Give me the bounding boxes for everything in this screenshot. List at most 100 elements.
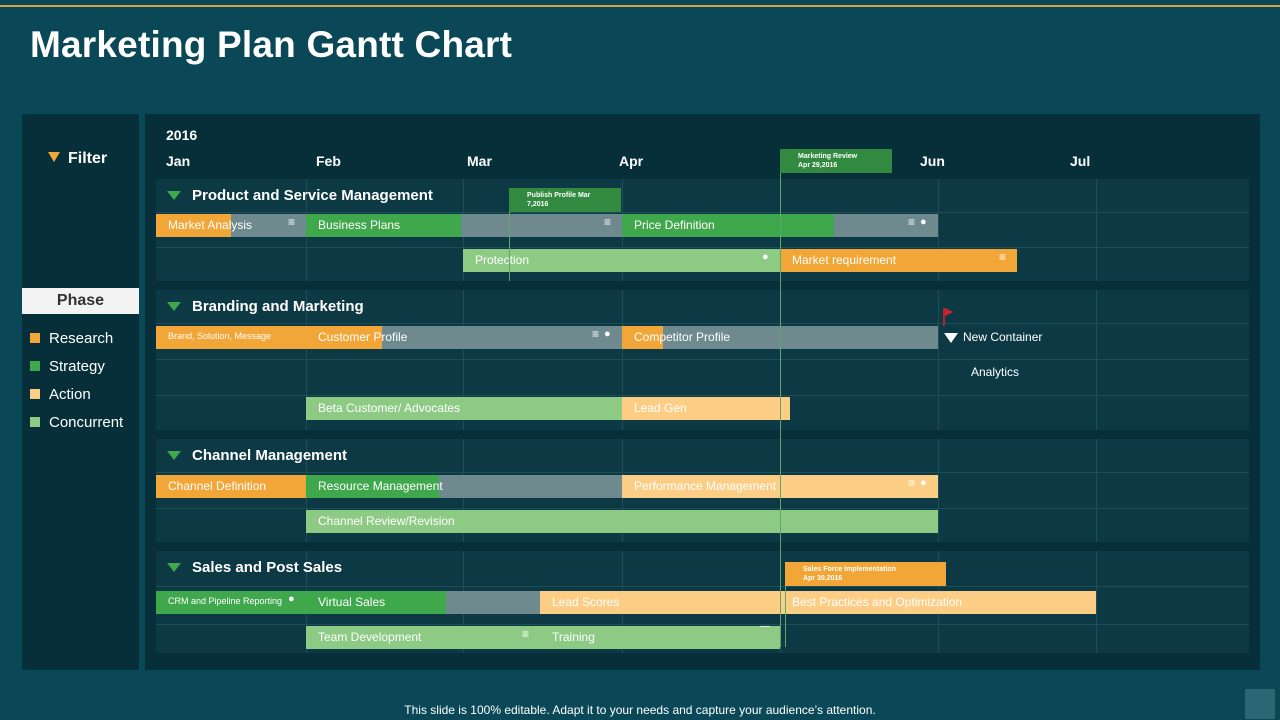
task-bar[interactable]: Channel Definition — [156, 475, 306, 498]
milestone-title: Sales Force Implementation — [803, 566, 896, 573]
collapse-triangle-icon — [167, 301, 181, 311]
task-bar[interactable]: Channel Review/Revision — [306, 510, 938, 533]
month-label-feb: Feb — [316, 153, 341, 169]
task-bar[interactable]: Beta Customer/ Advocates — [306, 397, 622, 420]
legend-item-research[interactable]: Research — [30, 330, 113, 347]
task-bar[interactable]: Protection ● — [463, 249, 780, 272]
grid-row-line — [156, 323, 1249, 324]
task-label: Beta Customer/ Advocates — [318, 401, 461, 415]
task-label: Virtual Sales — [318, 595, 386, 609]
filter-icon — [48, 151, 60, 162]
section-header[interactable]: Product and Service Management — [167, 187, 433, 204]
legend-swatch — [30, 333, 40, 344]
list-icon[interactable]: ≡ — [592, 328, 599, 340]
collapse-triangle-icon — [167, 562, 181, 572]
list-icon[interactable]: ≡ — [522, 628, 529, 640]
month-label-jan: Jan — [166, 153, 191, 169]
legend-item-action[interactable]: Action — [30, 386, 91, 403]
milestone-date: Apr 30,2016 — [803, 575, 843, 582]
task-label: Competitor Profile — [634, 330, 731, 344]
section-title: Branding and Marketing — [192, 298, 364, 315]
dropdown-triangle-icon[interactable] — [944, 333, 958, 343]
grid-month-line — [1096, 551, 1097, 653]
task-bar[interactable]: Market Analysis ≡ — [156, 214, 306, 237]
section-header[interactable]: Sales and Post Sales — [167, 559, 342, 576]
task-bar[interactable]: Market requirement ≡ — [780, 249, 1017, 272]
comment-icon[interactable]: ● — [604, 329, 611, 340]
legend-label: Action — [49, 386, 91, 403]
section-header[interactable]: Branding and Marketing — [167, 298, 364, 315]
month-label-apr: Apr — [619, 153, 644, 169]
task-bar[interactable]: Team Development ≡ — [306, 626, 540, 649]
month-label-jul: Jul — [1070, 153, 1091, 169]
filter-button[interactable]: Filter — [48, 150, 107, 168]
task-bar[interactable]: Customer Profile ● ≡ — [306, 326, 622, 349]
comment-icon[interactable]: ● — [920, 478, 927, 489]
task-label: New Container — [963, 330, 1043, 344]
task-label: Brand, Solution, Message — [168, 331, 272, 341]
comment-icon[interactable]: ● — [762, 252, 769, 263]
page-title: Marketing Plan Gantt Chart — [30, 24, 513, 65]
section-title: Channel Management — [192, 447, 348, 464]
list-icon[interactable]: ≡ — [908, 216, 915, 228]
task-label: Analytics — [971, 365, 1020, 379]
task-bar[interactable]: Business Plans ≡ — [306, 214, 622, 237]
task-label: Training — [552, 630, 595, 644]
grid-month-line — [938, 439, 939, 542]
milestone-label[interactable]: Sales Force Implementation Apr 30,2016 — [785, 562, 946, 586]
task-bar[interactable]: Training — — [540, 622, 780, 649]
year-label: 2016 — [166, 127, 198, 143]
task-label: Lead Scores — [552, 595, 620, 609]
top-accent-line — [0, 5, 1280, 7]
list-icon[interactable]: ≡ — [999, 251, 1006, 263]
task-bar[interactable]: CRM and Pipeline Reporting ● — [156, 591, 306, 614]
milestone-line — [509, 212, 510, 281]
grid-row-line — [156, 508, 1249, 509]
list-icon[interactable]: ≡ — [908, 477, 915, 489]
legend-label: Research — [49, 330, 114, 347]
legend-swatch — [30, 361, 40, 372]
task-bar[interactable]: Virtual Sales — [306, 591, 540, 614]
task-bar[interactable]: Lead Gen — [622, 397, 790, 420]
task-bar[interactable]: Best Practices and Optimization — [780, 591, 1096, 614]
month-label-jun: Jun — [920, 153, 945, 169]
task-bar[interactable]: Lead Scores — [540, 591, 780, 614]
grid-row-line — [156, 472, 1249, 473]
grid-month-line — [1096, 290, 1097, 430]
grid-row-line — [156, 212, 1249, 213]
minus-icon[interactable]: — — [760, 622, 770, 632]
task-bar[interactable]: Brand, Solution, Message — [156, 326, 306, 349]
grid-row-line — [156, 586, 1249, 587]
task-bar[interactable]: Resource Management — [306, 475, 622, 498]
section-title: Product and Service Management — [192, 187, 433, 204]
legend-label: Concurrent — [49, 414, 124, 431]
milestone-label[interactable]: Marketing Review Apr 29,2016 — [780, 149, 892, 173]
grid-row-line — [156, 247, 1249, 248]
milestone-label[interactable]: Publish Profile Mar 7,2016 — [509, 188, 621, 212]
task-label: Performance Management — [634, 479, 777, 493]
task-label: Customer Profile — [318, 330, 408, 344]
section-header[interactable]: Channel Management — [167, 447, 347, 464]
grid-row-line — [156, 624, 1249, 625]
legend-item-strategy[interactable]: Strategy — [30, 358, 105, 375]
milestone-line — [785, 586, 786, 647]
grid-row-line — [156, 359, 1249, 360]
comment-icon[interactable]: ● — [288, 594, 295, 605]
milestone-title: Publish Profile Mar — [527, 192, 591, 199]
phase-header: Phase — [22, 288, 139, 314]
list-icon[interactable]: ≡ — [288, 216, 295, 228]
task-label: Team Development — [318, 630, 422, 644]
collapse-triangle-icon — [167, 450, 181, 460]
task-label: Best Practices and Optimization — [792, 595, 963, 609]
task-label: Protection — [475, 253, 530, 267]
milestone-date: 7,2016 — [527, 201, 549, 208]
list-icon[interactable]: ≡ — [604, 216, 611, 228]
filter-label: Filter — [68, 150, 108, 167]
flag-icon — [943, 308, 953, 326]
legend-label: Strategy — [49, 358, 105, 375]
legend-item-concurrent[interactable]: Concurrent — [30, 414, 123, 431]
comment-icon[interactable]: ● — [920, 217, 927, 228]
milestone-date: Apr 29,2016 — [798, 162, 838, 169]
month-label-mar: Mar — [467, 153, 492, 169]
sidebar-panel: Filter Phase Research Strategy Action Concu… — [22, 114, 139, 670]
